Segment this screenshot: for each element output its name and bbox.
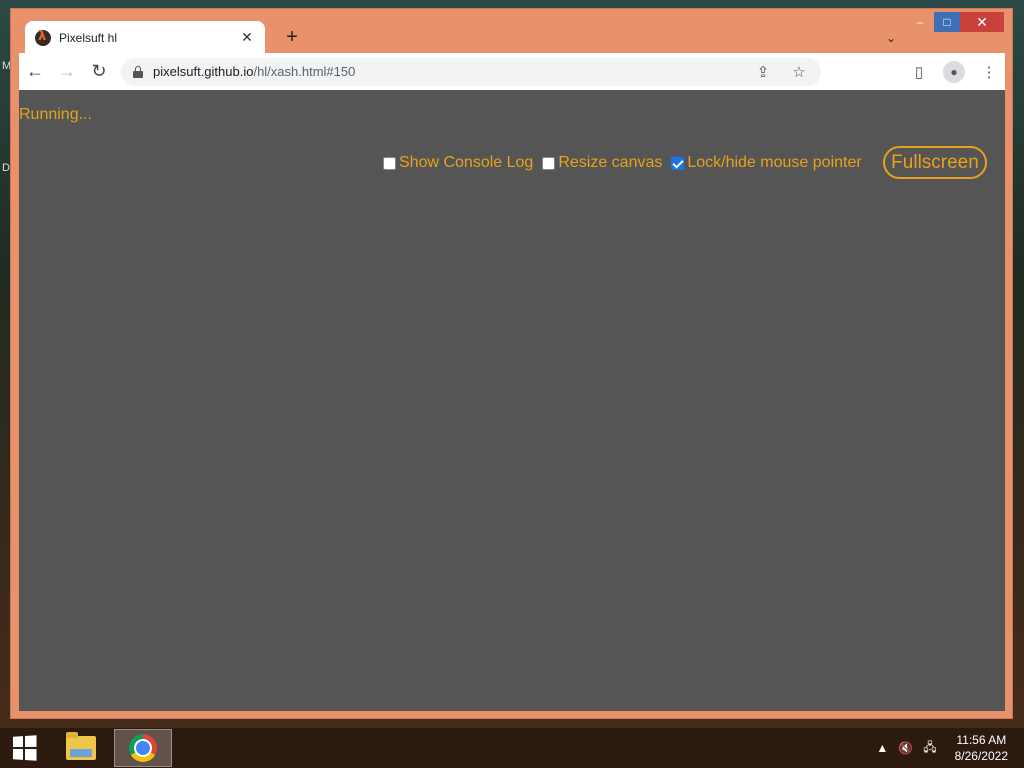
tab-title: Pixelsuft hl bbox=[59, 30, 118, 45]
bookmark-star-icon[interactable]: ☆ bbox=[789, 63, 809, 81]
kebab-menu-icon[interactable]: ⋮ bbox=[979, 63, 999, 81]
system-tray: ▲ 🔇 🖧 11:56 AM 8/26/2022 bbox=[876, 732, 1008, 764]
forward-button[interactable]: → bbox=[51, 56, 83, 88]
start-button[interactable] bbox=[0, 728, 48, 768]
show-hidden-icons-icon[interactable]: ▲ bbox=[876, 741, 888, 755]
url-path: /hl/xash.html#150 bbox=[253, 64, 356, 79]
show-console-log-checkbox[interactable] bbox=[383, 156, 396, 170]
chrome-icon bbox=[129, 734, 157, 762]
show-console-log-label: Show Console Log bbox=[399, 154, 534, 171]
half-life-lambda-icon bbox=[35, 29, 51, 46]
lock-mouse-pointer-checkbox[interactable] bbox=[671, 156, 685, 170]
resize-canvas-checkbox[interactable] bbox=[542, 156, 556, 170]
resize-canvas-label: Resize canvas bbox=[558, 154, 663, 171]
resize-canvas-option[interactable]: Resize canvas bbox=[542, 154, 662, 172]
show-console-log-option[interactable]: Show Console Log bbox=[383, 154, 533, 172]
new-tab-button[interactable]: + bbox=[281, 27, 303, 47]
status-text: Running... bbox=[19, 106, 92, 123]
clock-time: 11:56 AM bbox=[956, 733, 1007, 747]
lock-mouse-pointer-option[interactable]: Lock/hide mouse pointer bbox=[671, 154, 862, 172]
side-panel-icon[interactable]: ▯ bbox=[909, 63, 929, 81]
close-tab-icon[interactable]: ✕ bbox=[239, 29, 255, 46]
browser-toolbar: ← → ↻ pixelsuft.github.io/hl/xash.html#1… bbox=[19, 53, 1005, 90]
chevron-down-icon[interactable]: ⌄ bbox=[886, 31, 896, 45]
profile-avatar-icon[interactable]: ● bbox=[943, 60, 965, 83]
desktop-edge-label: D bbox=[2, 162, 10, 174]
clock[interactable]: 11:56 AM 8/26/2022 bbox=[955, 732, 1008, 764]
taskbar-chrome[interactable] bbox=[114, 729, 172, 767]
url-host: pixelsuft.github.io bbox=[153, 64, 254, 79]
options-row: Show Console Log Resize canvas Lock/hide… bbox=[383, 154, 871, 172]
folder-icon bbox=[66, 732, 96, 760]
fullscreen-button[interactable]: Fullscreen bbox=[883, 146, 987, 179]
page-content: Running... Show Console Log Resize canva… bbox=[19, 90, 1005, 711]
lock-mouse-pointer-label: Lock/hide mouse pointer bbox=[687, 154, 862, 171]
address-bar[interactable]: pixelsuft.github.io/hl/xash.html#150 ⇪ ☆ bbox=[121, 57, 821, 86]
tab-strip: Pixelsuft hl ✕ + ⌄ bbox=[25, 19, 1012, 54]
taskbar-file-explorer[interactable] bbox=[52, 729, 110, 767]
network-icon[interactable]: 🖧 bbox=[923, 738, 936, 759]
reload-button[interactable]: ↻ bbox=[83, 56, 115, 88]
clock-date: 8/26/2022 bbox=[954, 749, 1008, 763]
share-icon[interactable]: ⇪ bbox=[753, 63, 773, 81]
tab-pixelsuft-hl[interactable]: Pixelsuft hl ✕ bbox=[25, 21, 265, 54]
back-button[interactable]: ← bbox=[19, 56, 51, 88]
windows-logo-icon bbox=[12, 735, 37, 761]
lock-icon[interactable] bbox=[133, 65, 143, 78]
browser-window: – □ ✕ Pixelsuft hl ✕ + ⌄ ← → ↻ pixelsuft… bbox=[10, 8, 1013, 719]
taskbar: ▲ 🔇 🖧 11:56 AM 8/26/2022 bbox=[0, 728, 1024, 768]
volume-muted-icon[interactable]: 🔇 bbox=[898, 741, 913, 755]
